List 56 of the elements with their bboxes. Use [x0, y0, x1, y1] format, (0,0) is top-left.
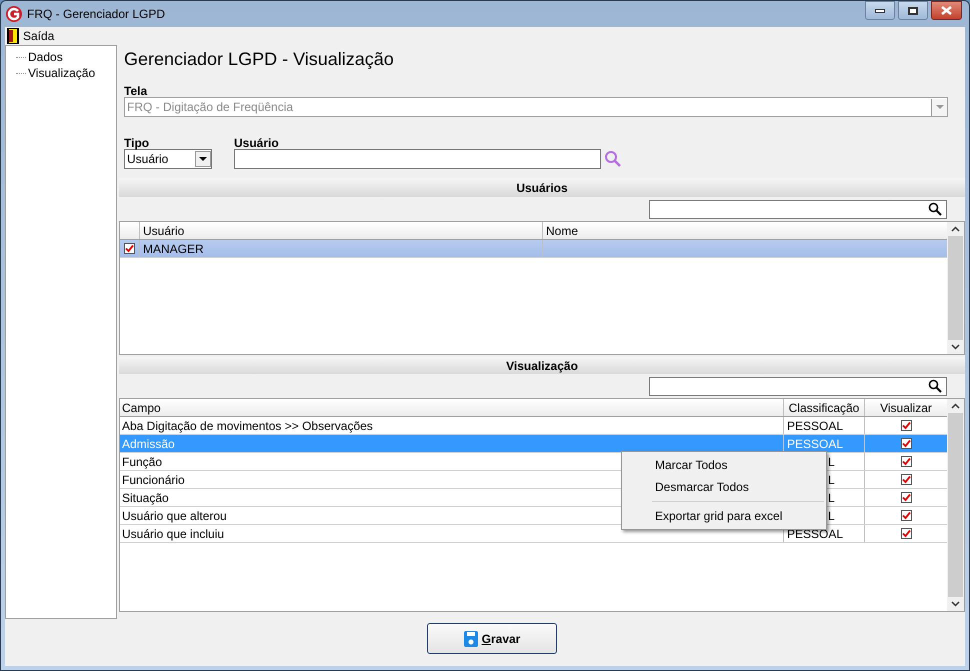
- table-row[interactable]: MANAGER: [120, 240, 947, 258]
- tree-item[interactable]: Dados: [28, 50, 63, 64]
- window-title: FRQ - Gerenciador LGPD: [27, 6, 166, 23]
- column-header[interactable]: Visualizar: [865, 399, 947, 416]
- table-cell-text: PESSOAL: [787, 526, 844, 542]
- scroll-down-icon[interactable]: [951, 601, 960, 607]
- close-button[interactable]: [931, 1, 962, 20]
- search-icon[interactable]: [928, 202, 942, 216]
- scroll-up-icon[interactable]: [951, 226, 960, 232]
- app-logo-icon: [5, 5, 23, 23]
- table-cell-text: PESSOAL: [787, 418, 844, 434]
- scroll-down-icon[interactable]: [951, 344, 960, 350]
- table-cell-text: L: [828, 454, 835, 470]
- table-cell: Aba Digitação de movimentos >> Observações: [120, 417, 784, 434]
- dropdown-arrow-icon: [936, 105, 944, 109]
- checkbox[interactable]: [900, 528, 912, 539]
- checkbox[interactable]: [900, 474, 912, 485]
- table-cell-text: L: [828, 490, 835, 506]
- field-label: Tela: [124, 83, 148, 97]
- checkbox[interactable]: [124, 243, 135, 254]
- maximize-button[interactable]: [898, 1, 928, 20]
- table-cell-text: L: [828, 472, 835, 488]
- exit-menu-item[interactable]: Saída: [5, 27, 56, 45]
- tree-item[interactable]: Visualização: [28, 66, 96, 80]
- minimize-button[interactable]: [865, 1, 895, 20]
- table-cell: MANAGER: [140, 240, 543, 257]
- page-heading: Gerenciador LGPD - Visualização: [124, 49, 394, 69]
- table-row[interactable]: Aba Digitação de movimentos >> Observações PESSOAL: [120, 417, 947, 435]
- column-header[interactable]: Usuário: [140, 222, 543, 239]
- column-header[interactable]: Nome: [543, 222, 947, 239]
- table-cell-text: PESSOAL: [787, 436, 844, 452]
- scroll-up-icon[interactable]: [951, 403, 960, 409]
- field-label: Tipo: [124, 135, 150, 149]
- checkbox[interactable]: [900, 438, 912, 449]
- type-dropdown[interactable]: Usuário: [124, 149, 212, 169]
- section-header: Visualização: [119, 357, 965, 374]
- search-icon[interactable]: [928, 379, 942, 393]
- search-field[interactable]: [649, 376, 947, 396]
- save-button[interactable]: Gravar: [427, 623, 557, 654]
- checkbox[interactable]: [900, 510, 912, 521]
- table-row[interactable]: Usuário que incluiu PESSOAL: [120, 525, 947, 543]
- search-field[interactable]: [649, 200, 947, 218]
- scrollbar[interactable]: [947, 222, 964, 354]
- field-label: Usuário: [234, 135, 280, 149]
- close-icon: [941, 6, 952, 15]
- column-header[interactable]: Classificação: [784, 399, 865, 416]
- checkbox[interactable]: [900, 420, 912, 431]
- user-field[interactable]: [234, 149, 601, 169]
- table-cell-text: L: [828, 508, 835, 524]
- scrollbar[interactable]: [947, 399, 964, 611]
- door-icon: [7, 28, 19, 44]
- checkbox[interactable]: [900, 456, 912, 467]
- dropdown-arrow-icon: [199, 157, 207, 161]
- column-header[interactable]: Campo: [120, 399, 784, 416]
- section-header: Usuários: [119, 178, 965, 197]
- checkbox[interactable]: [900, 492, 912, 503]
